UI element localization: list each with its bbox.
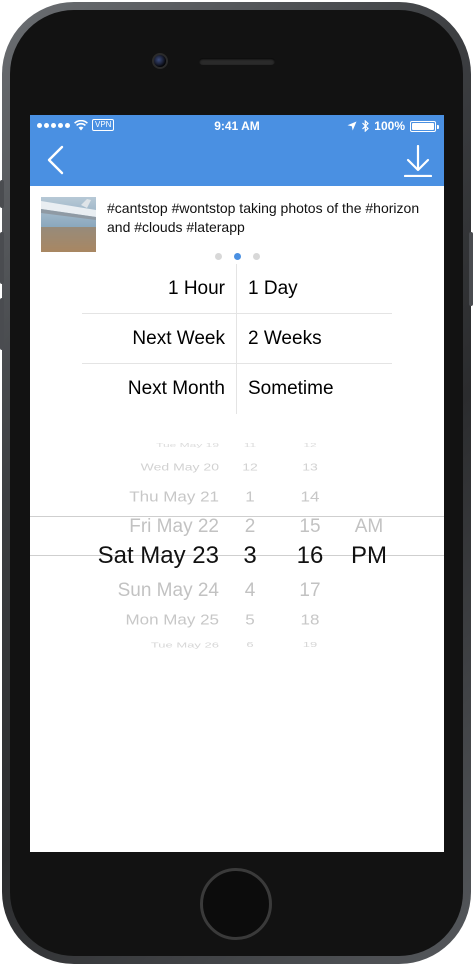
post-thumbnail <box>41 197 96 252</box>
status-right: 100% <box>347 119 439 133</box>
page-dot[interactable] <box>214 253 222 260</box>
power-button <box>469 232 473 306</box>
date-time-picker[interactable]: Tue May 19 11 12 Wed May 20 12 13 Thu May 21 1 1… <box>30 427 444 649</box>
quick-row: Next Month Sometime <box>82 364 392 414</box>
picker-date[interactable]: Sun May 24 <box>118 580 219 602</box>
picker-minute-text: 14 <box>300 488 320 505</box>
picker-ampm-text: PM <box>351 541 387 569</box>
picker-hour-text: 12 <box>242 461 258 473</box>
picker-ampm-text: AM <box>354 515 384 537</box>
post-caption: #cantstop #wontstop taking photos of the… <box>107 200 420 235</box>
navigation-bar: VPN 9:41 AM 100% <box>30 115 444 186</box>
picker-minute-text: 17 <box>299 579 321 601</box>
app-screen: VPN 9:41 AM 100% #cantstop #wontstop tak… <box>30 115 444 852</box>
picker-minute-text: 19 <box>302 640 318 649</box>
location-arrow-icon <box>347 121 357 131</box>
airplane-wing-photo-icon <box>41 197 96 252</box>
picker-date[interactable]: Thu May 21 <box>129 488 219 506</box>
picker-date-text: Tue May 26 <box>150 640 219 650</box>
option-2-weeks[interactable]: 2 Weeks <box>237 314 392 363</box>
picker-date[interactable]: Wed May 20 <box>141 461 219 472</box>
picker-date-text: Fri May 22 <box>129 516 219 537</box>
earpiece-speaker <box>199 58 275 65</box>
picker-date[interactable]: Tue May 26 <box>151 641 219 649</box>
picker-date-text: Tue May 19 <box>156 441 219 449</box>
quick-schedule-options: 1 Hour 1 Day Next Week 2 Weeks Next Mont… <box>82 264 392 414</box>
volume-down-button <box>0 298 4 350</box>
page-indicator[interactable] <box>30 253 444 260</box>
option-1-day[interactable]: 1 Day <box>237 264 392 313</box>
picker-minute-text: 18 <box>300 611 320 628</box>
picker-date-text: Sat May 23 <box>97 542 219 569</box>
picker-minute-text: 15 <box>299 515 321 537</box>
picker-date[interactable]: Sat May 23 <box>98 542 219 570</box>
volume-up-button <box>0 232 4 284</box>
picker-hour-text: 6 <box>246 640 254 649</box>
picker-date-text: Thu May 21 <box>129 488 219 505</box>
page-dot[interactable] <box>252 253 260 260</box>
picker-hour-text: 5 <box>245 611 255 628</box>
option-next-week[interactable]: Next Week <box>82 314 237 363</box>
home-button[interactable] <box>200 868 272 940</box>
picker-minute-text: 13 <box>302 461 318 473</box>
download-icon[interactable] <box>404 145 432 177</box>
picker-hour-text: 11 <box>243 441 257 449</box>
picker-date[interactable]: Mon May 25 <box>125 611 219 629</box>
option-1-hour[interactable]: 1 Hour <box>82 264 237 313</box>
picker-minute-text: 16 <box>296 541 324 569</box>
picker-hour-text: 4 <box>244 579 256 601</box>
picker-date-text: Mon May 25 <box>125 611 219 628</box>
quick-row: 1 Hour 1 Day <box>82 264 392 314</box>
page-dot-active[interactable] <box>233 253 241 260</box>
option-next-month[interactable]: Next Month <box>82 364 237 414</box>
picker-date[interactable]: Tue May 19 <box>156 442 219 448</box>
picker-hour-text: 3 <box>243 541 257 569</box>
status-bar: VPN 9:41 AM 100% <box>30 115 444 137</box>
battery-percent: 100% <box>374 119 405 133</box>
front-camera <box>152 53 168 69</box>
bluetooth-icon <box>362 120 370 132</box>
mute-switch <box>0 180 4 208</box>
picker-date-text: Wed May 20 <box>140 461 219 473</box>
picker-hour-text: 1 <box>245 488 255 505</box>
picker-hour-text: 2 <box>244 515 256 537</box>
back-chevron-icon[interactable] <box>44 145 68 175</box>
quick-row: Next Week 2 Weeks <box>82 314 392 364</box>
picker-date[interactable]: Fri May 22 <box>129 516 219 538</box>
picker-minute-text: 12 <box>303 441 317 449</box>
picker-date-text: Sun May 24 <box>117 580 219 601</box>
battery-icon <box>410 120 439 132</box>
option-sometime[interactable]: Sometime <box>237 364 392 414</box>
